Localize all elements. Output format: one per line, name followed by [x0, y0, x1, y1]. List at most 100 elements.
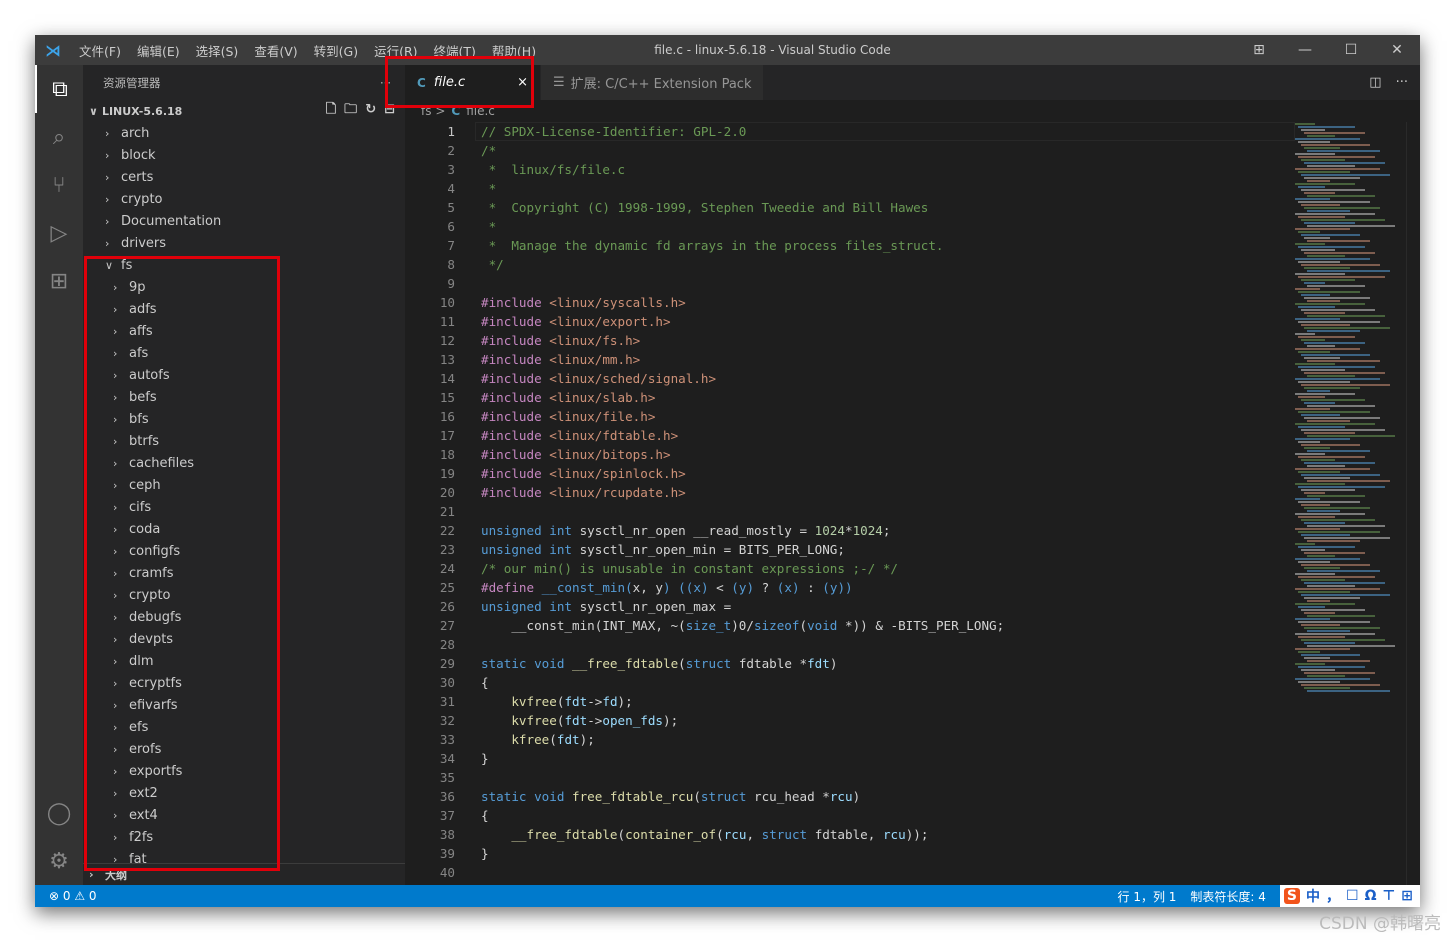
tree-item-arch[interactable]: › arch — [83, 122, 405, 144]
line-number: 30 — [439, 675, 455, 690]
tree-item-dlm[interactable]: › dlm — [83, 650, 405, 672]
minimap-line — [1301, 609, 1365, 611]
tree-item-label: befs — [129, 389, 157, 405]
tree-item-ceph[interactable]: › ceph — [83, 474, 405, 496]
menu-item[interactable]: 帮助(H) — [484, 41, 544, 60]
tree-item-bfs[interactable]: › bfs — [83, 408, 405, 430]
minimap-line — [1295, 483, 1345, 485]
extensions-icon[interactable]: ⊞ — [35, 257, 83, 305]
minimap-line — [1301, 624, 1340, 626]
tree-item-ecryptfs[interactable]: › ecryptfs — [83, 672, 405, 694]
collapse-all-icon[interactable]: ⊟ — [384, 102, 395, 117]
new-folder-icon[interactable]: 🗀 — [344, 102, 357, 117]
tree-item-btrfs[interactable]: › btrfs — [83, 430, 405, 452]
chevron-right-icon: › — [113, 720, 118, 734]
menu-item[interactable]: 运行(R) — [366, 41, 425, 60]
maximize-button[interactable]: ☐ — [1328, 35, 1374, 65]
minimap-line — [1295, 378, 1380, 380]
tree-item-configfs[interactable]: › configfs — [83, 540, 405, 562]
tree-item-coda[interactable]: › coda — [83, 518, 405, 540]
sogou-logo-icon[interactable]: S — [1283, 888, 1300, 904]
close-tab-icon[interactable]: × — [517, 75, 528, 90]
tree-item-befs[interactable]: › befs — [83, 386, 405, 408]
title-bar: ⋊ 文件(F) 编辑(E) 选择(S) 查看(V) 转到(G) 运行(R) 终端(T) 帮助(… — [35, 35, 1420, 65]
ime-tool-icon[interactable]: ☐ — [1346, 888, 1359, 904]
tree-item-devpts[interactable]: › devpts — [83, 628, 405, 650]
run-debug-icon[interactable]: ▷ — [35, 209, 83, 257]
tree-item-efivarfs[interactable]: › efivarfs — [83, 694, 405, 716]
ime-toolbar[interactable]: S 中 ， ☐ Ω ⊤ ⊞ — [1279, 885, 1420, 907]
ime-tool-icon[interactable]: ， — [1326, 886, 1340, 906]
code-editor[interactable]: 1 // SPDX-License-Identifier: GPL-2.0 2 /* 3… — [405, 122, 1285, 882]
ime-tool-icon[interactable]: ⊞ — [1401, 888, 1413, 904]
tree-item-block[interactable]: › block — [83, 144, 405, 166]
minimap-line — [1304, 612, 1335, 614]
explorer-icon[interactable]: ⧉ — [35, 65, 83, 113]
ime-tool-icon[interactable]: ⊤ — [1382, 888, 1395, 904]
tree-item-f2fs[interactable]: › f2fs — [83, 826, 405, 848]
tree-item-erofs[interactable]: › erofs — [83, 738, 405, 760]
minimap[interactable] — [1295, 122, 1405, 885]
vertical-scrollbar[interactable] — [1406, 122, 1420, 885]
minimap-line — [1301, 504, 1330, 506]
menu-item[interactable]: 选择(S) — [188, 41, 247, 60]
breadcrumb-folder[interactable]: fs — [421, 104, 431, 118]
outline-section[interactable]: › 大纲 — [83, 863, 405, 885]
tree-item-cifs[interactable]: › cifs — [83, 496, 405, 518]
tab-file-c[interactable]: Cfile.c × — [405, 65, 541, 100]
code-token: * Copyright (C) 1998-1999, Stephen Tweed… — [481, 200, 929, 215]
tree-item-fs[interactable]: ∨ fs — [83, 254, 405, 276]
account-icon[interactable]: ◯ — [35, 789, 83, 837]
tree-item-debugfs[interactable]: › debugfs — [83, 606, 405, 628]
tree-item-ext2[interactable]: › ext2 — [83, 782, 405, 804]
menu-item[interactable]: 查看(V) — [246, 41, 305, 60]
tree-item-ext4[interactable]: › ext4 — [83, 804, 405, 826]
refresh-icon[interactable]: ↻ — [365, 102, 376, 117]
code-line: 35 — [405, 768, 1285, 787]
tree-item-certs[interactable]: › certs — [83, 166, 405, 188]
tree-item-affs[interactable]: › affs — [83, 320, 405, 342]
split-editor-icon[interactable]: ◫ — [1369, 75, 1381, 90]
tree-item-drivers[interactable]: › drivers — [83, 232, 405, 254]
tree-item-afs[interactable]: › afs — [83, 342, 405, 364]
tree-item-cachefiles[interactable]: › cachefiles — [83, 452, 405, 474]
code-line: 17 #include <linux/fdtable.h> — [405, 426, 1285, 445]
new-file-icon[interactable]: 🗋 — [326, 102, 336, 117]
cursor-position[interactable]: 行 1，列 1 — [1118, 888, 1177, 905]
tab-extension-pack[interactable]: ☰ 扩展: C/C++ Extension Pack — [541, 65, 765, 100]
indentation[interactable]: 制表符长度: 4 — [1190, 888, 1266, 905]
source-control-icon[interactable]: ⑂ — [35, 161, 83, 209]
menu-item[interactable]: 编辑(E) — [129, 41, 188, 60]
tree-item-autofs[interactable]: › autofs — [83, 364, 405, 386]
menu-item[interactable]: 文件(F) — [71, 41, 129, 60]
project-header[interactable]: ∨ LINUX-5.6.18 🗋 🗀 ↻ ⊟ — [83, 100, 405, 122]
minimap-line — [1304, 642, 1355, 644]
tree-item-cramfs[interactable]: › cramfs — [83, 562, 405, 584]
menu-item[interactable]: 终端(T) — [426, 41, 484, 60]
ime-tool-icon[interactable]: 中 — [1306, 886, 1320, 906]
code-token: unsigned int — [481, 542, 580, 557]
gear-icon[interactable]: ⚙ — [35, 837, 83, 885]
layout-icon[interactable]: ⊞ — [1236, 35, 1282, 65]
code-token: } — [481, 846, 489, 861]
menu-item[interactable]: 转到(G) — [306, 41, 366, 60]
tree-item-efs[interactable]: › efs — [83, 716, 405, 738]
search-icon[interactable]: ⌕ — [35, 113, 83, 161]
ime-tool-icon[interactable]: Ω — [1365, 888, 1377, 904]
problems-indicator[interactable]: ⊗ 0 ⚠ 0 — [49, 889, 97, 903]
tree-item-crypto[interactable]: › crypto — [83, 584, 405, 606]
more-actions-icon[interactable]: ··· — [1396, 75, 1408, 90]
tree-item-adfs[interactable]: › adfs — [83, 298, 405, 320]
code-line: 27 __const_min(INT_MAX, ~(size_t)0/sizeo… — [405, 616, 1285, 635]
close-button[interactable]: ✕ — [1374, 35, 1420, 65]
minimap-line — [1304, 432, 1355, 434]
tree-item-9p[interactable]: › 9p — [83, 276, 405, 298]
tree-item-documentation[interactable]: › Documentation — [83, 210, 405, 232]
tree-item-label: devpts — [129, 631, 174, 647]
tree-item-exportfs[interactable]: › exportfs — [83, 760, 405, 782]
more-actions-icon[interactable]: ··· — [380, 76, 391, 90]
minimize-button[interactable]: — — [1282, 35, 1328, 65]
explorer-sidebar: 资源管理器 ··· ∨ LINUX-5.6.18 🗋 🗀 ↻ ⊟ › arch › block ›… — [83, 65, 405, 885]
breadcrumb-file[interactable]: file.c — [466, 104, 495, 118]
tree-item-crypto[interactable]: › crypto — [83, 188, 405, 210]
